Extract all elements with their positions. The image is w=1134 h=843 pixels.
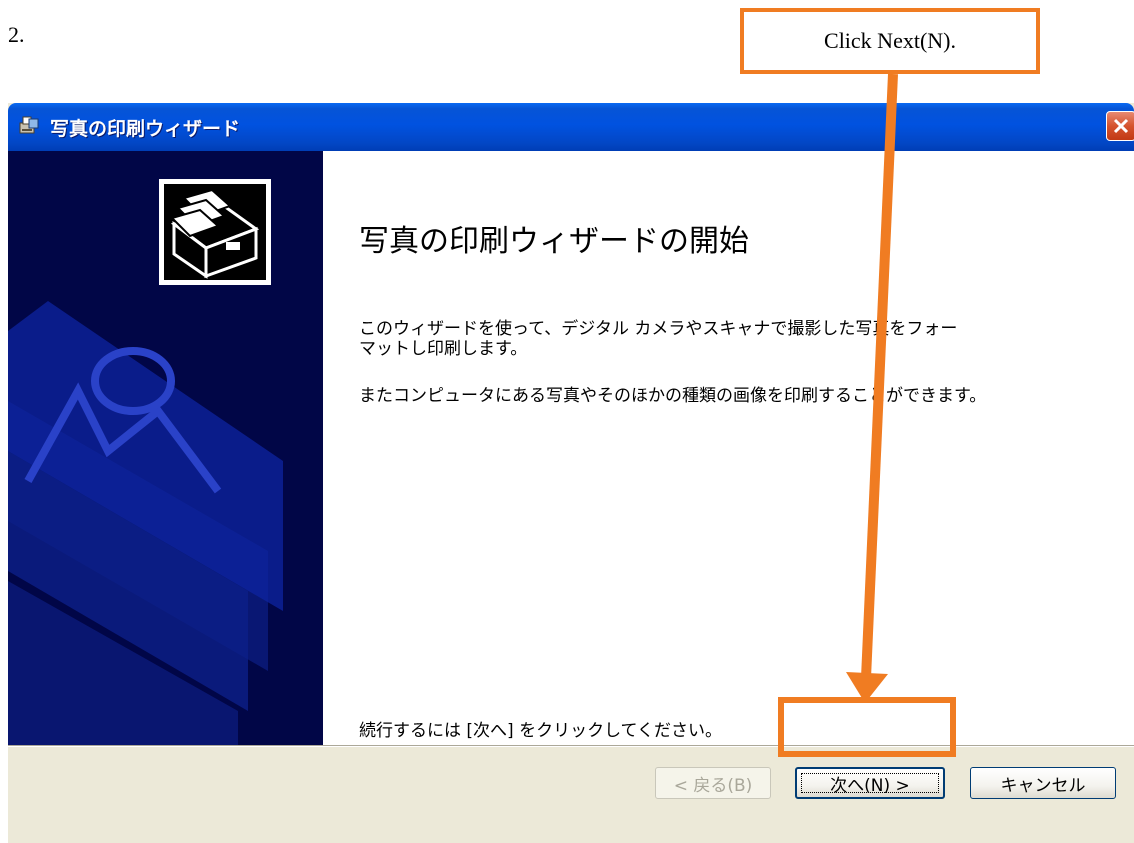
wizard-heading: 写真の印刷ウィザードの開始 — [359, 224, 749, 259]
wizard-footer: < 戻る(B) 次へ(N) > キャンセル — [8, 747, 1134, 843]
title-bar[interactable]: 写真の印刷ウィザード — [8, 103, 1134, 151]
close-button[interactable] — [1106, 111, 1134, 141]
printer-photo-icon — [19, 116, 39, 134]
window-title: 写真の印刷ウィザード — [50, 118, 241, 140]
wizard-description: このウィザードを使って、デジタル カメラやスキャナで撮影した写真をフォーマットし… — [359, 319, 958, 359]
continue-hint: 続行するには [次へ] をクリックしてください。 — [359, 721, 723, 741]
step-number: 2. — [8, 22, 25, 47]
wizard-description-secondary: またコンピュータにある写真やそのほかの種類の画像を印刷することができます。 — [359, 386, 987, 406]
wizard-body: 写真の印刷ウィザードの開始 このウィザードを使って、デジタル カメラやスキャナで… — [8, 151, 1134, 745]
wizard-window: 写真の印刷ウィザード 写真の印刷ウィザードの開始 このウィザードを使って、デジタ… — [8, 103, 1134, 843]
instruction-callout: Click Next(N). — [740, 8, 1040, 74]
cancel-button[interactable]: キャンセル — [970, 767, 1116, 799]
tutorial-screenshot: 2. Click Next(N). 写真の印刷ウィザード 写真の印刷ウィザードの… — [0, 0, 1134, 843]
wizard-side-panel — [8, 151, 323, 745]
printer-photos-icon — [170, 188, 260, 279]
close-icon — [1113, 118, 1129, 134]
wizard-logo-frame — [159, 179, 271, 285]
next-button[interactable]: 次へ(N) > — [795, 767, 945, 799]
next-button-highlight — [778, 697, 956, 757]
back-button[interactable]: < 戻る(B) — [655, 767, 771, 799]
